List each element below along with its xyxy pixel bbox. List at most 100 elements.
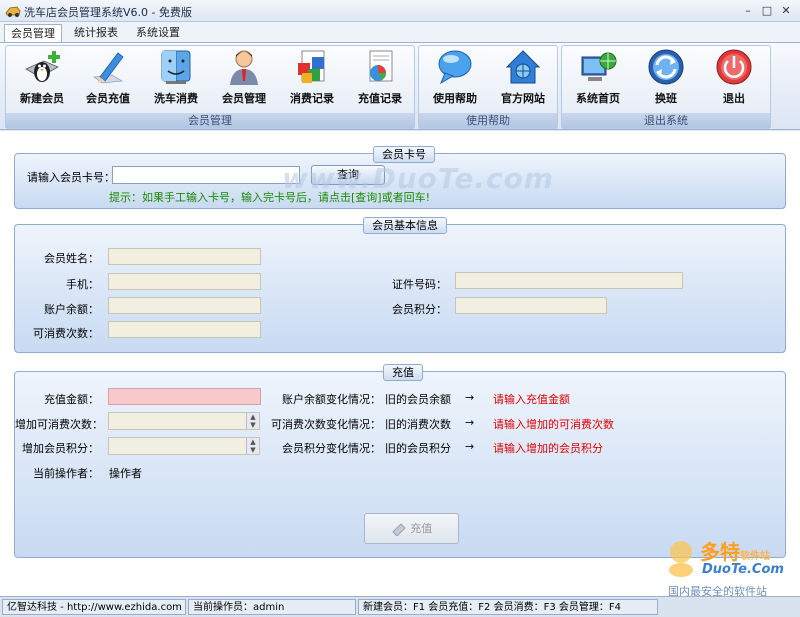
shift-change-button[interactable]: 换班 (634, 47, 698, 105)
name-label: 会员姓名： (44, 252, 99, 265)
recharge-submit-button[interactable]: 充值 (364, 513, 459, 544)
times-old-value: 旧的消费次数 (385, 418, 451, 431)
phone-label: 手机： (66, 278, 99, 291)
button-label: 使用帮助 (433, 92, 477, 105)
window-title: 洗车店会员管理系统V6.0 - 免费版 (24, 6, 192, 19)
amount-label: 充值金额： (44, 393, 99, 406)
button-label: 会员充值 (86, 92, 130, 105)
button-label: 充值记录 (358, 92, 402, 105)
button-label: 会员管理 (222, 92, 266, 105)
button-label: 官方网站 (501, 92, 545, 105)
button-label: 退出 (723, 92, 745, 105)
tab-member-management[interactable]: 会员管理 (4, 24, 62, 42)
tab-label: 统计报表 (74, 26, 118, 39)
button-label: 系统首页 (576, 92, 620, 105)
pencil-icon (93, 52, 124, 84)
help-button[interactable]: 使用帮助 (423, 47, 487, 105)
tab-strip: 会员管理 统计报表 系统设置 (0, 22, 800, 42)
balance-old-value: 旧的会员余额 (385, 393, 451, 406)
ribbon-toolbar: 会员管理 使用帮助 退出系统 新建会员 会员充值 洗车消费 会员管理 消费记录 … (0, 42, 800, 130)
tab-label: 会员管理 (11, 27, 55, 40)
button-label: 新建会员 (20, 92, 64, 105)
balance-label: 账户余额： (44, 303, 99, 316)
times-prompt: 请输入增加的可消费次数 (493, 418, 614, 431)
blocks-icon (298, 50, 325, 83)
balance-change-label: 账户余额变化情况： (282, 393, 381, 406)
recharge-panel: 充值 充值金额： 增加可消费次数： ▲ ▼ 增加会员积分： ▲ ▼ 当前操作者： 操… (14, 364, 786, 558)
points-old-value: 旧的会员积分 (385, 442, 451, 455)
add-points-label: 增加会员积分： (22, 442, 99, 455)
add-points-stepper[interactable]: ▲ ▼ (108, 437, 260, 455)
penguin-monitor-icon (25, 51, 60, 82)
app-icon (5, 6, 21, 17)
arrow-icon: → (465, 440, 475, 453)
times-field (108, 321, 261, 338)
maximize-button[interactable]: □ (760, 5, 774, 17)
official-website-button[interactable]: 官方网站 (491, 47, 555, 105)
button-label: 洗车消费 (154, 92, 198, 105)
add-times-stepper[interactable]: ▲ ▼ (108, 412, 260, 430)
arrow-icon: → (465, 416, 475, 429)
member-management-button[interactable]: 会员管理 (212, 47, 276, 105)
title-bar: 洗车店会员管理系统V6.0 - 免费版 – □ ✕ (0, 0, 800, 22)
watermark-text: www.DuoTe.com (282, 162, 554, 195)
consume-records-button[interactable]: 消费记录 (280, 47, 344, 105)
group-label: 会员管理 (6, 113, 414, 128)
computer-globe-icon (581, 52, 617, 81)
speech-bubble-icon (438, 50, 472, 85)
status-shortcuts: 新建会员：F1 会员充值：F2 会员消费：F3 会员管理：F4 (358, 599, 658, 615)
exit-button[interactable]: 退出 (702, 47, 766, 105)
points-prompt: 请输入增加的会员积分 (493, 442, 603, 455)
logo-word: 多特 (700, 540, 740, 564)
spin-arrows[interactable]: ▲ ▼ (246, 413, 259, 429)
phone-field (108, 273, 261, 290)
points-label: 会员积分： (392, 303, 447, 316)
finder-face-icon (161, 50, 191, 84)
operator-label: 当前操作者： (33, 467, 99, 480)
minimize-button[interactable]: – (741, 5, 755, 17)
id-number-label: 证件号码： (392, 278, 447, 291)
logo-domain-text: DuoTe.Com (702, 562, 784, 577)
member-recharge-button[interactable]: 会员充值 (76, 47, 140, 105)
recharge-icon (392, 523, 406, 537)
recharge-records-button[interactable]: 充值记录 (348, 47, 412, 105)
spin-arrows[interactable]: ▲ ▼ (246, 438, 259, 454)
house-icon (505, 50, 541, 84)
name-field (108, 248, 261, 265)
panel-title: 会员卡号 (373, 146, 435, 163)
duote-corner-logo: 多特软件站 DuoTe.Com 国内最安全的软件站 (662, 536, 798, 598)
id-number-field (455, 272, 683, 289)
close-button[interactable]: ✕ (779, 5, 793, 17)
wash-consume-button[interactable]: 洗车消费 (144, 47, 208, 105)
status-bar: 亿智达科技 - http://www.ezhida.com 当前操作员：admi… (0, 596, 800, 617)
button-label: 充值 (410, 522, 433, 535)
home-button[interactable]: 系统首页 (566, 47, 630, 105)
card-number-input[interactable] (112, 166, 300, 184)
new-member-button[interactable]: 新建会员 (10, 47, 74, 105)
status-company: 亿智达科技 - http://www.ezhida.com (2, 599, 186, 615)
group-label: 使用帮助 (419, 113, 557, 128)
card-number-label: 请输入会员卡号： (27, 171, 115, 184)
balance-field (108, 297, 261, 314)
add-times-label: 增加可消费次数： (15, 418, 103, 431)
power-icon (716, 49, 752, 85)
times-change-label: 可消费次数变化情况： (271, 418, 381, 431)
panel-title: 会员基本信息 (363, 217, 447, 234)
button-label: 换班 (655, 92, 677, 105)
tab-label: 系统设置 (136, 26, 180, 39)
group-label: 退出系统 (562, 113, 770, 128)
tab-statistics[interactable]: 统计报表 (68, 24, 124, 42)
tab-settings[interactable]: 系统设置 (130, 24, 186, 42)
arrow-icon: → (465, 391, 475, 404)
status-operator: 当前操作员：admin (188, 599, 356, 615)
pie-document-icon (369, 50, 393, 82)
refresh-icon (648, 49, 684, 85)
info-panel: 会员基本信息 会员姓名： 手机： 账户余额： 可消费次数： 证件号码： 会员积分… (14, 217, 786, 353)
recharge-amount-input[interactable] (108, 388, 261, 405)
mascot-icon (669, 541, 693, 577)
logo-main-text: 多特软件站 (700, 536, 770, 565)
button-label: 消费记录 (290, 92, 334, 105)
balance-prompt: 请输入充值金额 (493, 393, 570, 406)
panel-title: 充值 (383, 364, 423, 381)
operator-value: 操作者 (109, 467, 142, 480)
